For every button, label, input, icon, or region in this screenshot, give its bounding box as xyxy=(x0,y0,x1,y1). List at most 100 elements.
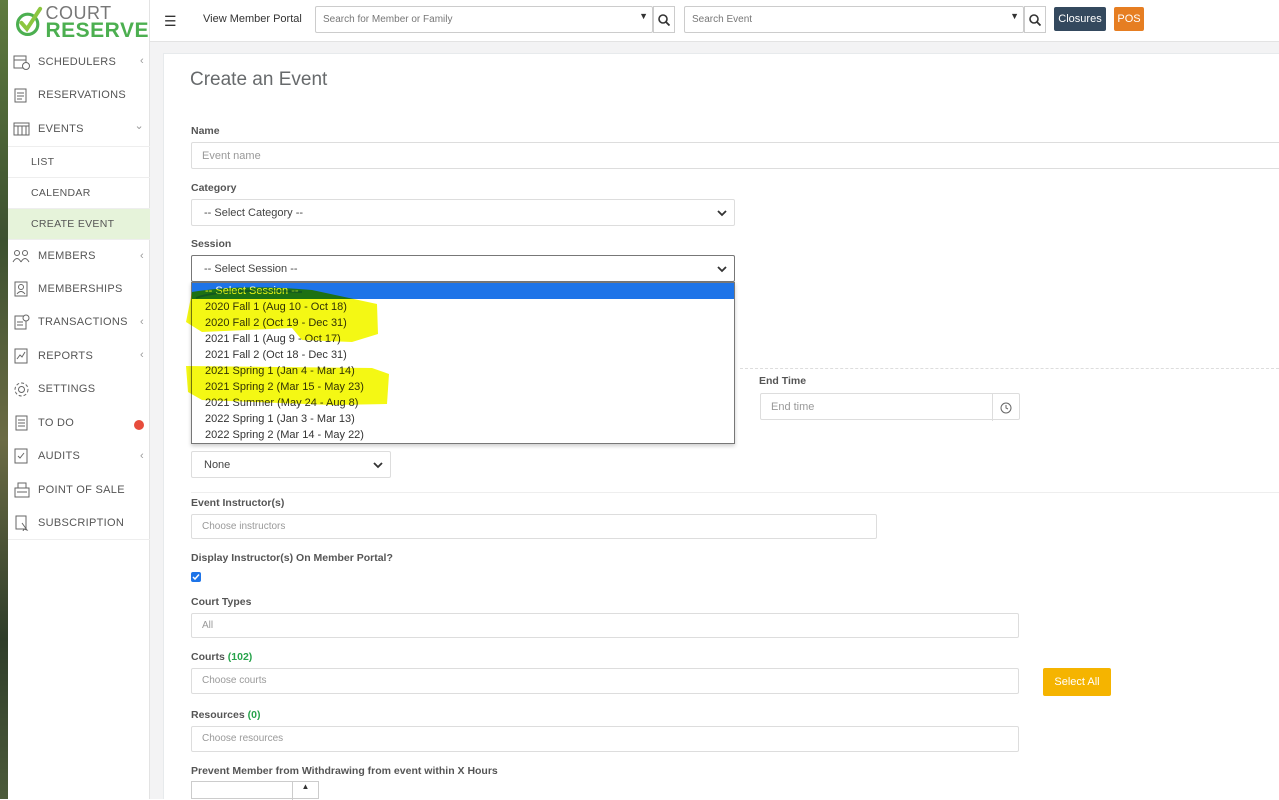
member-search-button[interactable] xyxy=(653,6,675,33)
courts-placeholder: Choose courts xyxy=(202,675,267,686)
sidebar-item-label: SUBSCRIPTION xyxy=(38,516,125,529)
closures-button[interactable]: Closures xyxy=(1054,7,1106,31)
court-types-label: Court Types xyxy=(191,596,252,608)
session-option[interactable]: 2021 Fall 2 (Oct 18 - Dec 31) xyxy=(192,347,734,363)
category-label: Category xyxy=(191,182,237,194)
sidebar-subitem-label: CREATE EVENT xyxy=(31,217,115,230)
display-instructors-label: Display Instructor(s) On Member Portal? xyxy=(191,552,393,564)
scheduler-icon xyxy=(12,53,31,70)
recurrence-select[interactable]: None xyxy=(191,451,391,478)
resources-label-text: Resources xyxy=(191,709,245,721)
sidebar-item-subscription[interactable]: SUBSCRIPTION xyxy=(8,507,150,540)
logo-check-icon xyxy=(16,6,43,36)
pos-icon xyxy=(12,481,31,498)
resources-input[interactable]: Choose resources xyxy=(191,726,1019,752)
category-select[interactable]: -- Select Category -- xyxy=(191,199,735,226)
caret-down-icon[interactable]: ▼ xyxy=(1010,11,1019,21)
session-option[interactable]: 2022 Spring 1 (Jan 3 - Mar 13) xyxy=(192,411,734,427)
sidebar-item-members[interactable]: MEMBERS ‹ xyxy=(8,238,150,273)
gear-icon xyxy=(12,381,31,398)
sidebar-item-todo[interactable]: TO DO xyxy=(8,406,150,440)
session-dropdown-list[interactable]: -- Select Session -- 2020 Fall 1 (Aug 10… xyxy=(191,282,735,444)
todo-icon xyxy=(12,414,31,431)
display-instructors-checkbox[interactable] xyxy=(191,572,201,582)
session-option[interactable]: 2021 Summer (May 24 - Aug 8) xyxy=(192,395,734,411)
sidebar-item-label: TO DO xyxy=(38,416,75,429)
session-option[interactable]: 2021 Spring 2 (Mar 15 - May 23) xyxy=(192,379,734,395)
session-value: -- Select Session -- xyxy=(204,263,298,275)
stepper-up-icon[interactable]: ▲ xyxy=(292,782,318,800)
instructors-placeholder: Choose instructors xyxy=(202,521,286,532)
sidebar-item-label: AUDITS xyxy=(38,450,81,463)
check-icon xyxy=(192,574,200,581)
sidebar-subitem-label: CALENDAR xyxy=(31,186,91,199)
session-option[interactable]: 2022 Spring 2 (Mar 14 - May 22) xyxy=(192,427,734,443)
session-select[interactable]: -- Select Session -- xyxy=(191,255,735,282)
sidebar-subitem-list[interactable]: LIST xyxy=(8,145,150,177)
sidebar-item-settings[interactable]: SETTINGS xyxy=(8,373,150,407)
courts-label-text: Courts xyxy=(191,651,225,663)
subscription-icon xyxy=(12,514,31,531)
session-option[interactable]: 2021 Fall 1 (Aug 9 - Oct 17) xyxy=(192,331,734,347)
sidebar-item-events[interactable]: EVENTS ⌄ xyxy=(8,112,150,146)
member-search-placeholder: Search for Member or Family xyxy=(323,14,453,25)
reservations-icon xyxy=(12,87,31,104)
clock-icon[interactable] xyxy=(992,394,1019,421)
section-divider xyxy=(191,492,1279,493)
courts-input[interactable]: Choose courts xyxy=(191,668,1019,694)
session-option[interactable]: 2020 Fall 2 (Oct 19 - Dec 31) xyxy=(192,315,734,331)
sidebar-item-memberships[interactable]: MEMBERSHIPS xyxy=(8,272,150,306)
recurrence-value: None xyxy=(204,459,231,471)
sidebar-subitem-calendar[interactable]: CALENDAR xyxy=(8,176,150,208)
sidebar-subitem-create-event[interactable]: CREATE EVENT xyxy=(8,207,150,239)
session-option[interactable]: -- Select Session -- xyxy=(192,283,734,299)
court-types-placeholder: All xyxy=(202,620,214,631)
resources-count: (0) xyxy=(247,709,261,721)
event-search-input[interactable]: Search Event ▼ xyxy=(684,6,1024,33)
sidebar-item-label: TRANSACTIONS xyxy=(38,316,128,329)
court-types-input[interactable]: All xyxy=(191,613,1019,638)
chevron-down-icon xyxy=(716,262,728,280)
caret-down-icon[interactable]: ▼ xyxy=(639,11,648,21)
withdraw-hours-input[interactable]: ▲ xyxy=(191,781,319,800)
event-search-button[interactable] xyxy=(1024,6,1046,33)
session-option[interactable]: 2021 Spring 1 (Jan 4 - Mar 14) xyxy=(192,363,734,379)
sidebar-subitem-label: LIST xyxy=(31,155,55,168)
top-bar: ☰ View Member Portal Search for Member o… xyxy=(150,0,1279,42)
app-logo[interactable]: COURT RESERVE xyxy=(8,0,149,43)
end-time-input[interactable]: End time xyxy=(760,393,1020,421)
search-icon xyxy=(658,13,670,26)
hamburger-menu-icon[interactable]: ☰ xyxy=(164,13,177,30)
event-search-placeholder: Search Event xyxy=(692,14,753,25)
event-name-input[interactable]: Event name xyxy=(191,142,1279,169)
pos-button[interactable]: POS xyxy=(1114,7,1144,31)
sidebar-item-point-of-sale[interactable]: POINT OF SALE xyxy=(8,473,150,507)
memberships-icon xyxy=(12,280,31,297)
category-value: -- Select Category -- xyxy=(204,207,304,219)
sidebar-item-reservations[interactable]: RESERVATIONS xyxy=(8,79,150,113)
chevron-left-icon: ‹ xyxy=(140,315,144,328)
session-option[interactable]: 2020 Fall 1 (Aug 10 - Oct 18) xyxy=(192,299,734,315)
transactions-icon xyxy=(12,314,31,331)
sidebar-item-label: SCHEDULERS xyxy=(38,55,117,68)
sidebar-item-label: MEMBERS xyxy=(38,249,96,262)
logo-line2: RESERVE xyxy=(45,18,149,42)
courts-count: (102) xyxy=(227,651,253,663)
member-search-input[interactable]: Search for Member or Family ▼ xyxy=(315,6,653,33)
background-photo-strip xyxy=(0,0,8,799)
instructors-label: Event Instructor(s) xyxy=(191,497,285,509)
sidebar-item-label: SETTINGS xyxy=(38,383,96,396)
view-member-portal-link[interactable]: View Member Portal xyxy=(203,13,302,25)
notification-dot xyxy=(134,420,144,430)
instructors-input[interactable]: Choose instructors xyxy=(191,514,877,539)
sidebar-item-label: MEMBERSHIPS xyxy=(38,282,123,295)
sidebar-item-transactions[interactable]: TRANSACTIONS ‹ xyxy=(8,306,150,340)
sidebar: COURT RESERVE SCHEDULERS ‹ RESERVATIONS … xyxy=(8,0,150,799)
sidebar-item-audits[interactable]: AUDITS ‹ xyxy=(8,440,150,474)
sidebar-item-reports[interactable]: REPORTS ‹ xyxy=(8,339,150,373)
reports-icon xyxy=(12,347,31,364)
sidebar-item-schedulers[interactable]: SCHEDULERS ‹ xyxy=(8,45,150,79)
chevron-left-icon: ‹ xyxy=(140,55,144,67)
session-label: Session xyxy=(191,238,232,250)
select-all-courts-button[interactable]: Select All xyxy=(1043,668,1111,696)
